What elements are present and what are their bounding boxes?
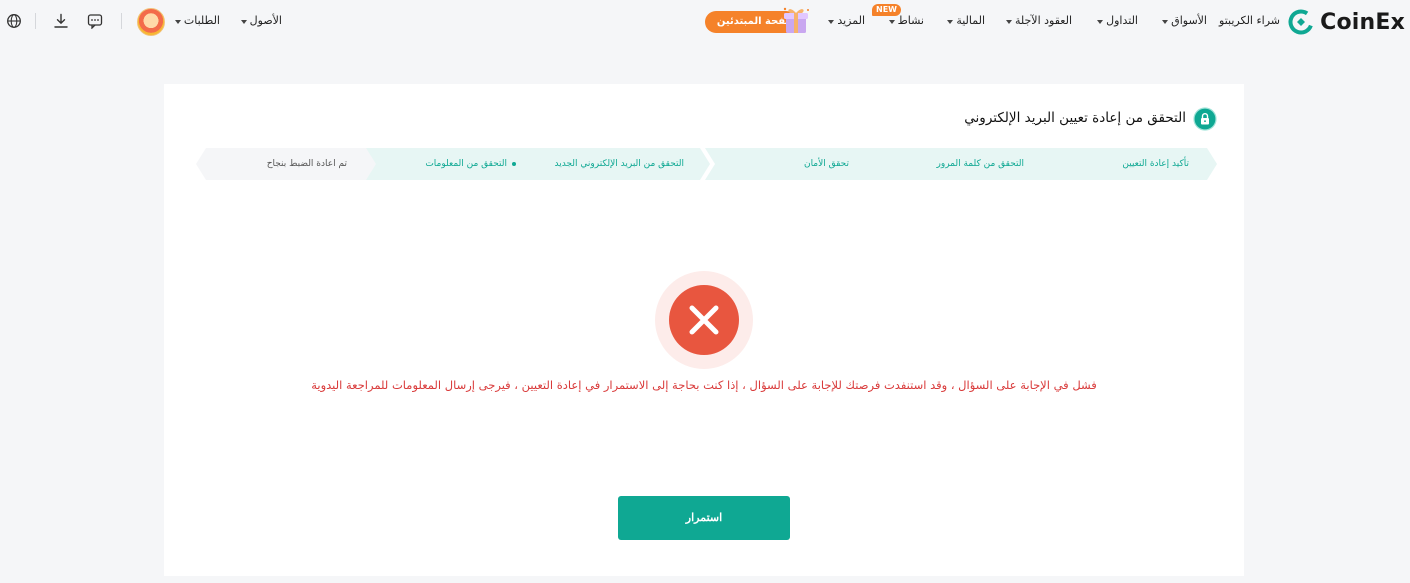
step-label: التحقق من البريد الإلكتروني الجديد [554,159,684,169]
nav-label: المالية [956,14,985,27]
nav-buy-crypto[interactable]: شراء الكريبتو [1219,14,1280,27]
lock-icon [1193,107,1217,131]
current-step-dot [512,161,516,166]
page-title: التحقق من إعادة تعيين البريد الإلكتروني [964,110,1186,126]
chevron-down-icon [1097,19,1104,24]
nav-finance[interactable]: المالية [947,14,985,27]
step-label: التحقق من كلمة المرور [936,159,1024,169]
new-badge: NEW [872,4,901,16]
reset-email-card: التحقق من إعادة تعيين البريد الإلكتروني … [164,84,1244,576]
step-label: التحقق من المعلومات [425,158,516,170]
nav-label: شراء الكريبتو [1219,14,1280,27]
step-confirm-reset: تأكيد إعادة التعيين [1037,148,1217,180]
step-password-verify: التحقق من كلمة المرور [871,148,1051,180]
nav-trade[interactable]: التداول [1097,14,1138,27]
divider [35,13,36,29]
gift-icon [783,7,809,33]
nav-futures[interactable]: العقود الآجلة [1005,14,1072,27]
chevron-down-icon [947,19,954,24]
step-label: تم اعادة الضبط بنجاح [266,159,347,169]
nav-orders[interactable]: الطلبات [174,14,220,27]
step-reset-success: تم اعادة الضبط بنجاح [196,148,376,180]
progress-stepper: تأكيد إعادة التعيين التحقق من كلمة المرو… [164,148,1244,182]
step-label-text: التحقق من المعلومات [425,159,507,169]
nav-label: الأسواق [1171,14,1207,27]
nav-more[interactable]: المزيد [828,14,865,27]
chevron-down-icon [888,19,895,24]
nav-label: العقود الآجلة [1014,14,1072,27]
chevron-down-icon [240,19,247,24]
coinex-logo-icon [1288,9,1314,35]
error-message: فشل في الإجابة على السؤال ، وقد استنفدت … [311,378,1097,392]
coinex-logo[interactable]: CoinEx [1288,8,1405,36]
step-label: تحقق الأمان [803,159,849,169]
nav-markets[interactable]: الأسواق [1162,14,1207,27]
globe-icon[interactable] [6,13,22,29]
avatar[interactable] [137,8,165,36]
step-label: تأكيد إعادة التعيين [1122,159,1189,169]
brand-name: CoinEx [1320,9,1405,35]
nav-label: الأصول [249,14,282,27]
divider [121,13,122,29]
nav-label: نشاط [897,14,924,27]
nav-label: التداول [1106,14,1138,27]
chevron-down-icon [174,19,181,24]
continue-button[interactable]: استمرار [618,496,790,540]
step-security-verify: تحقق الأمان [705,148,885,180]
download-icon[interactable] [53,13,69,29]
step-info-verify: التحقق من المعلومات [364,148,544,180]
chevron-down-icon [1005,19,1012,24]
chevron-down-icon [1162,19,1169,24]
nav-label: الطلبات [183,14,220,27]
error-icon [655,271,753,369]
nav-assets[interactable]: الأصول [240,14,282,27]
top-header: CoinEx شراء الكريبتو الأسواق التداول الع… [0,0,1410,44]
chevron-down-icon [828,19,835,24]
message-icon[interactable] [87,13,103,29]
step-new-email-verify: التحقق من البريد الإلكتروني الجديد [530,148,710,180]
nav-label: المزيد [837,14,865,27]
